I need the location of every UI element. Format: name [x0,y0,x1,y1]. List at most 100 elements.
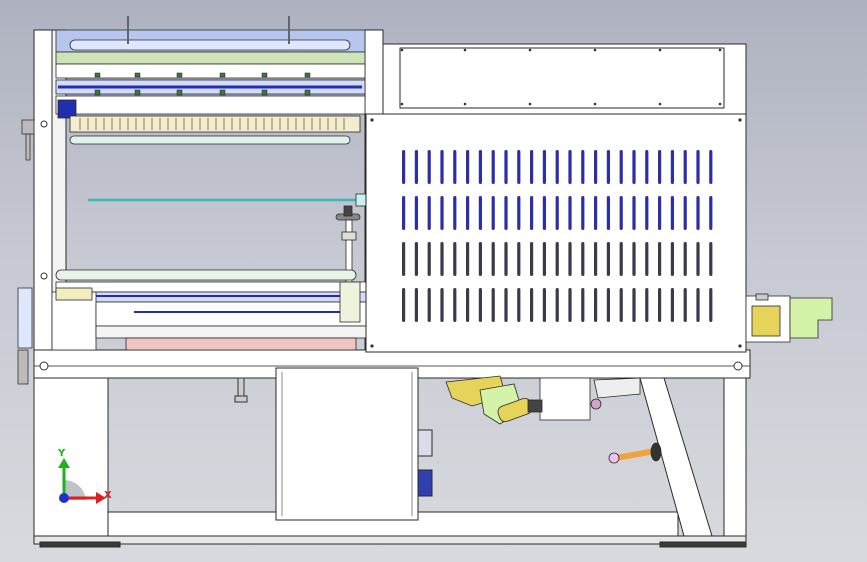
vent-slot [568,288,572,322]
vent-slot [402,150,406,184]
vent-slot [427,288,431,322]
outfeed-assembly [745,293,833,343]
lower-handle [17,349,29,385]
vent-slot [427,196,431,230]
vent-slot [504,288,508,322]
vent-slot [696,196,700,230]
vent-slot [530,242,534,276]
vent-slot [645,242,649,276]
vent-slot [568,242,572,276]
vent-slot [491,150,495,184]
vent-slot [581,196,585,230]
cad-viewport[interactable]: Y X [0,0,867,562]
vent-slot [632,288,636,322]
machine-drawing: Y X [17,16,833,548]
vent-slot [658,150,662,184]
arm-wheel [650,442,662,462]
base-rail [33,535,747,545]
vent-slot [568,150,572,184]
vent-slot [491,242,495,276]
top-hood [382,43,747,115]
vent-slot [414,242,418,276]
vent-slot [542,196,546,230]
arm-pivot [608,452,620,464]
vent-slot [709,150,713,184]
vent-slot [670,288,674,322]
upper-roller-assembly [55,16,366,145]
rod-bracket [355,193,367,207]
left-motor-block [57,99,77,119]
cutting-table [95,301,367,327]
vent-slot [645,288,649,322]
vent-slot [504,150,508,184]
vent-slot [542,242,546,276]
vent-slot [568,196,572,230]
vent-slot [632,196,636,230]
vent-slot [709,288,713,322]
vent-slot [517,288,521,322]
vent-slot [619,242,623,276]
vent-slot [606,196,610,230]
vent-slot [466,150,470,184]
vent-slot [619,288,623,322]
z-axis-dot [59,493,69,503]
vent-slot [709,242,713,276]
vent-slot [491,196,495,230]
vent-slot [594,150,598,184]
vent-slot [453,196,457,230]
vent-slot [517,196,521,230]
vent-slot [530,196,534,230]
clamp-rail [55,95,366,115]
vent-slot [683,242,687,276]
left-leg-panel [33,377,109,537]
vent-slot [402,196,406,230]
vent-slot [670,242,674,276]
vent-slot [683,196,687,230]
vent-slot [594,242,598,276]
vent-slot [504,242,508,276]
vent-slot [696,288,700,322]
vent-slot [466,196,470,230]
outfeed-motor [751,305,781,337]
vent-slot [555,288,559,322]
vent-slot [670,150,674,184]
vent-slot [466,242,470,276]
vent-slot [658,196,662,230]
vent-slot [696,150,700,184]
vent-slot [658,242,662,276]
side-switch-blue [417,469,433,497]
vent-slot [606,288,610,322]
vent-slot [504,196,508,230]
lower-roller [69,135,351,145]
vent-slot [453,288,457,322]
lower-bracket [339,281,361,323]
left-handles [17,119,35,385]
vent-slot [440,288,444,322]
knife-row [69,115,361,133]
vent-slot [709,196,713,230]
vent-slot [606,242,610,276]
control-cabinet [275,367,419,521]
vent-slot [645,150,649,184]
vent-slot [478,196,482,230]
lower-roller-assembly [51,269,367,351]
vent-slot [414,196,418,230]
control-box [275,367,433,521]
left-foot [39,541,121,548]
vent-slot [517,150,521,184]
top-roller [69,39,351,51]
vent-slot [581,242,585,276]
lower-guide-roller [55,269,357,281]
sensor-rail-1 [55,63,366,79]
side-switch [417,429,433,457]
vent-slot [542,288,546,322]
vent-slot [402,242,406,276]
vent-slot [555,196,559,230]
vent-slot [594,196,598,230]
vent-slot [517,242,521,276]
drive-mechanism [445,375,662,464]
vent-slot [440,242,444,276]
vent-slot [683,150,687,184]
vent-slot [619,196,623,230]
vent-slot [632,150,636,184]
